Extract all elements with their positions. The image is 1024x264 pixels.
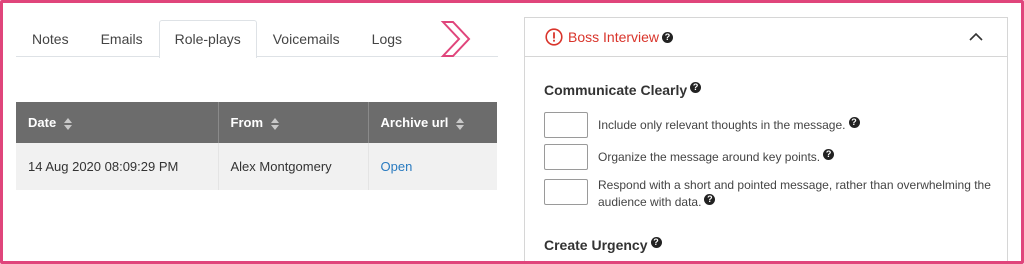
open-link[interactable]: Open [381, 159, 413, 174]
tab-bar: Notes Emails Role-plays Voicemails Logs [16, 20, 498, 58]
question-circle-icon[interactable]: ? [690, 82, 702, 93]
section-title-create-urgency: Create Urgency? [544, 237, 662, 253]
role-plays-table: Date From Archive url 14 Aug 2020 08:09:… [16, 102, 497, 190]
tab-role-plays[interactable]: Role-plays [158, 20, 257, 58]
criterion-label: Include only relevant thoughts in the me… [598, 118, 846, 132]
cell-from: Alex Montgomery [218, 143, 369, 190]
sort-icon[interactable] [456, 117, 465, 130]
chevron-up-icon[interactable] [965, 26, 987, 48]
column-header-from[interactable]: From [218, 102, 369, 143]
score-input[interactable] [544, 179, 588, 205]
column-header-archive-url[interactable]: Archive url [368, 102, 497, 143]
criterion-row: Include only relevant thoughts in the me… [544, 112, 998, 138]
tab-notes[interactable]: Notes [16, 20, 85, 57]
question-circle-icon[interactable]: ? [662, 31, 674, 43]
panel-header[interactable]: Boss Interview ? [525, 18, 1007, 57]
criterion-label: Respond with a short and pointed message… [598, 178, 991, 209]
score-input[interactable] [544, 144, 588, 170]
panel-title: Boss Interview [568, 29, 660, 45]
section-title-communicate-clearly: Communicate Clearly? [544, 82, 702, 98]
criterion-row: Respond with a short and pointed message… [544, 178, 998, 211]
tab-voicemails[interactable]: Voicemails [257, 20, 356, 57]
question-circle-icon[interactable]: ? [823, 149, 835, 160]
question-circle-icon[interactable]: ? [650, 237, 662, 248]
table-row: 14 Aug 2020 08:09:29 PM Alex Montgomery … [16, 143, 497, 190]
sort-icon[interactable] [270, 117, 279, 130]
cell-date: 14 Aug 2020 08:09:29 PM [16, 143, 219, 190]
exclamation-circle-icon [545, 28, 563, 46]
evaluation-panel: Boss Interview ? Communicate Clearly? In… [524, 17, 1008, 264]
question-circle-icon[interactable]: ? [848, 117, 860, 128]
tab-emails[interactable]: Emails [85, 20, 159, 57]
criterion-row: Organize the message around key points.? [544, 144, 998, 170]
column-header-date[interactable]: Date [16, 102, 219, 143]
criterion-label: Organize the message around key points. [598, 150, 821, 164]
tab-logs[interactable]: Logs [356, 20, 418, 57]
question-circle-icon[interactable]: ? [704, 194, 716, 205]
score-input[interactable] [544, 112, 588, 138]
sort-icon[interactable] [63, 117, 72, 130]
chevron-right-icon [440, 21, 471, 57]
cell-archive: Open [368, 143, 497, 190]
